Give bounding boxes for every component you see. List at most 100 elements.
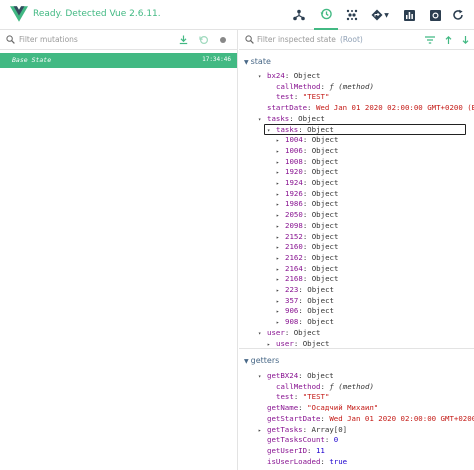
property-value: Object <box>307 285 334 294</box>
chevron-right-icon[interactable]: ▸ <box>258 426 267 436</box>
events-icon <box>346 9 358 21</box>
getters-section-header[interactable]: ▼ getters <box>244 356 279 365</box>
property-key: 357 <box>285 295 299 305</box>
chevron-right-icon[interactable]: ▸ <box>276 211 285 221</box>
events-tab[interactable] <box>341 0 363 30</box>
root-breadcrumb[interactable]: (Root) <box>340 35 363 44</box>
property-key: getStartDate <box>267 413 321 423</box>
chevron-down-icon[interactable]: ▾ <box>258 72 267 82</box>
components-tab[interactable] <box>288 0 310 30</box>
property-key: 1006 <box>285 145 303 155</box>
property-value: Object <box>311 220 339 230</box>
state-tree-row[interactable]: ▸ 1004: Object <box>276 135 338 145</box>
state-tree-row[interactable]: ▸ 2160: Object <box>276 242 338 252</box>
property-value: Object <box>311 242 339 252</box>
state-tree-row[interactable]: ▾ bx24: Object <box>258 71 320 81</box>
export-icon[interactable] <box>444 35 453 45</box>
state-filter-bar: Filter inspected state (Root) <box>239 30 474 50</box>
vue-logo-icon <box>10 6 28 22</box>
revert-all-icon[interactable] <box>199 35 209 45</box>
chevron-right-icon[interactable]: ▸ <box>276 179 285 189</box>
property-key: getTasksCount <box>267 435 325 445</box>
routing-tab[interactable]: ▼ <box>366 0 394 30</box>
chevron-right-icon[interactable]: ▸ <box>276 307 285 317</box>
property-key: 1008 <box>285 156 303 166</box>
state-tree-row[interactable]: ▸ 223: Object <box>276 285 334 295</box>
property-key: 2152 <box>285 231 303 241</box>
state-section-header[interactable]: ▼ state <box>244 57 271 66</box>
state-tree-row[interactable]: ▸ 1920: Object <box>276 167 338 177</box>
mutation-filter-input[interactable]: Filter mutations <box>19 35 78 44</box>
state-tree-row[interactable]: ▾ tasks: Object <box>258 114 325 124</box>
chevron-right-icon[interactable]: ▸ <box>276 168 285 178</box>
state-tree-row[interactable]: ▸ 1926: Object <box>276 189 338 199</box>
property-value: Object <box>307 317 334 327</box>
key-separator: : <box>320 456 330 466</box>
state-tree-row[interactable]: ▸ 357: Object <box>276 296 334 306</box>
chevron-right-icon[interactable]: ▸ <box>276 136 285 146</box>
chevron-right-icon[interactable]: ▸ <box>276 286 285 296</box>
state-tree-row[interactable]: ▸ 2098: Object <box>276 221 338 231</box>
chevron-right-icon[interactable]: ▸ <box>276 200 285 210</box>
search-icon <box>245 35 254 44</box>
state-tree-row[interactable]: ▸ 2168: Object <box>276 274 338 284</box>
key-separator: : <box>293 92 303 102</box>
commit-all-icon[interactable] <box>179 35 188 45</box>
chevron-right-icon[interactable]: ▸ <box>276 265 285 275</box>
property-key: getBX24 <box>267 371 299 380</box>
section-divider <box>239 348 474 349</box>
chevron-right-icon[interactable]: ▸ <box>276 147 285 157</box>
getter-tree-row: getTasksCount: 0 <box>258 435 338 445</box>
key-separator: : <box>302 135 312 145</box>
state-tree-row[interactable]: ▸ 908: Object <box>276 317 334 327</box>
state-tree-row[interactable]: ▸ 2162: Object <box>276 253 338 263</box>
chevron-right-icon[interactable]: ▸ <box>276 297 285 307</box>
state-tree-row[interactable]: ▸ 906: Object <box>276 306 334 316</box>
state-tree-row[interactable]: ▸ 1008: Object <box>276 157 338 167</box>
chevron-right-icon[interactable]: ▸ <box>276 318 285 328</box>
import-icon[interactable] <box>461 35 470 45</box>
property-key: getUserID <box>267 445 308 455</box>
key-separator: : <box>293 338 303 348</box>
vuex-tab[interactable] <box>314 0 338 30</box>
chevron-right-icon[interactable]: ▸ <box>276 190 285 200</box>
state-tree-row[interactable]: ▸ 2152: Object <box>276 232 338 242</box>
property-value: Object <box>311 274 339 284</box>
chevron-right-icon[interactable]: ▸ <box>276 275 285 285</box>
chevron-right-icon[interactable]: ▸ <box>276 254 285 264</box>
chevron-right-icon[interactable]: ▸ <box>276 158 285 168</box>
state-tree-row[interactable]: ▸ 1986: Object <box>276 199 338 209</box>
chevron-down-icon: ▼ <box>244 358 249 365</box>
key-separator: : <box>298 317 308 327</box>
state-tree-row[interactable]: ▸ 2164: Object <box>276 264 338 274</box>
key-separator: : <box>302 167 312 177</box>
key-separator: : <box>302 263 312 273</box>
search-icon <box>6 35 15 44</box>
state-tree-row[interactable]: ▸ 1924: Object <box>276 178 338 188</box>
state-tree-row[interactable]: ▸ 1006: Object <box>276 146 338 156</box>
state-filter-input[interactable]: Filter inspected state <box>257 35 336 44</box>
key-separator: : <box>298 371 308 380</box>
property-key: 2162 <box>285 252 303 262</box>
key-separator: : <box>302 231 312 241</box>
chevron-down-icon[interactable]: ▾ <box>258 329 267 339</box>
getter-tree-row[interactable]: ▾ getBX24: Object <box>258 371 334 381</box>
more-tab[interactable] <box>448 0 468 30</box>
getter-tree-row[interactable]: ▸ getTasks: Array[0] <box>258 425 347 435</box>
filter-list-icon[interactable] <box>425 36 435 44</box>
chevron-right-icon[interactable]: ▸ <box>276 222 285 232</box>
state-tree-row[interactable]: ▾ user: Object <box>258 328 320 338</box>
property-key: 2098 <box>285 220 303 230</box>
property-key: test <box>276 92 294 102</box>
key-separator: : <box>289 113 299 123</box>
performance-tab[interactable] <box>398 0 420 30</box>
mutation-item-base-state[interactable]: Base State 17:34:46 <box>0 53 237 68</box>
record-icon[interactable] <box>219 36 227 44</box>
chevron-down-icon[interactable]: ▾ <box>258 372 267 382</box>
state-tree-row[interactable]: ▸ 2050: Object <box>276 210 338 220</box>
devtools-header: Ready. Detected Vue 2.6.11. ▼ <box>0 0 474 30</box>
chevron-right-icon[interactable]: ▸ <box>276 233 285 243</box>
settings-tab[interactable] <box>424 0 446 30</box>
state-tree-row[interactable]: ▸ user: Object <box>267 339 329 349</box>
chevron-right-icon[interactable]: ▸ <box>276 243 285 253</box>
